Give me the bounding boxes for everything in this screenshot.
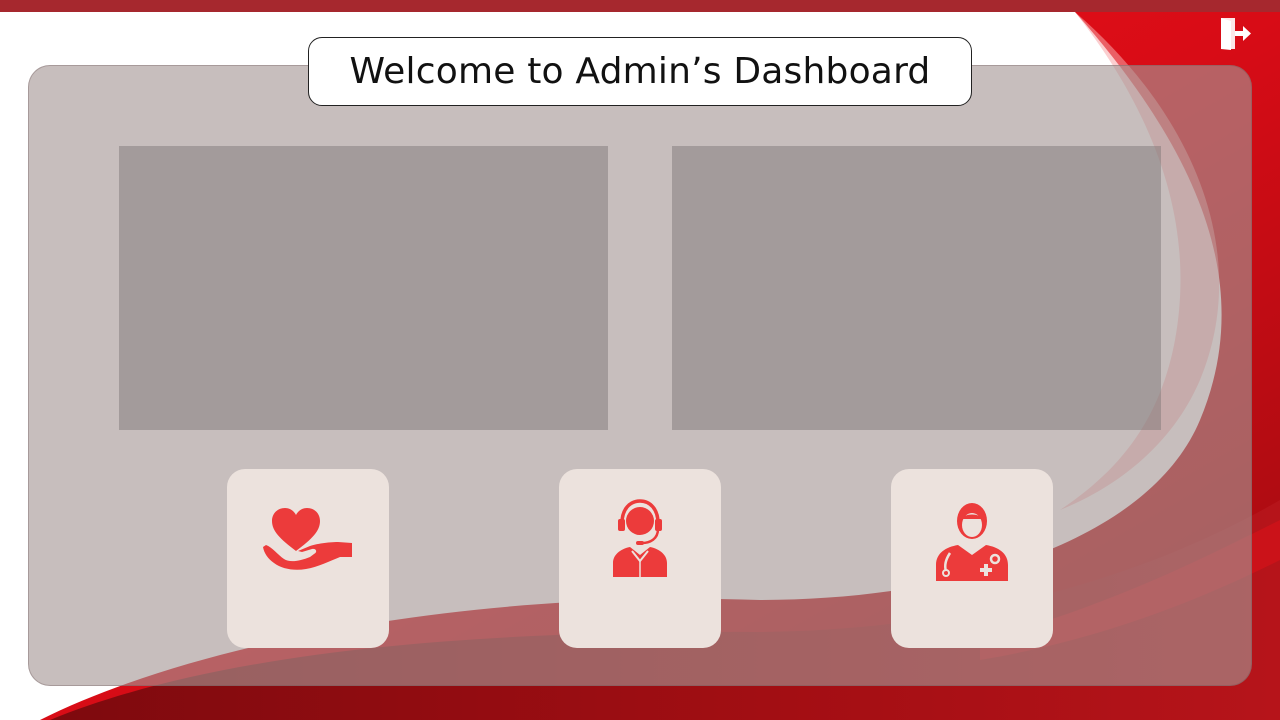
dashboard-screen: Welcome to Admin’s Dashboard — [0, 0, 1280, 720]
title-banner: Welcome to Admin’s Dashboard — [308, 37, 972, 106]
page-title: Welcome to Admin’s Dashboard — [349, 51, 931, 92]
logout-door-icon — [1221, 18, 1251, 50]
stat-card-left — [119, 146, 608, 430]
doctor-stethoscope-icon — [936, 503, 1008, 581]
stat-card-right — [672, 146, 1161, 430]
donation-heart-hand-icon — [263, 508, 352, 570]
donation-tile[interactable] — [227, 469, 389, 648]
support-tile[interactable] — [559, 469, 721, 648]
doctor-tile[interactable] — [891, 469, 1053, 648]
support-agent-headset-icon — [613, 499, 667, 577]
logout-button[interactable] — [1218, 17, 1254, 51]
